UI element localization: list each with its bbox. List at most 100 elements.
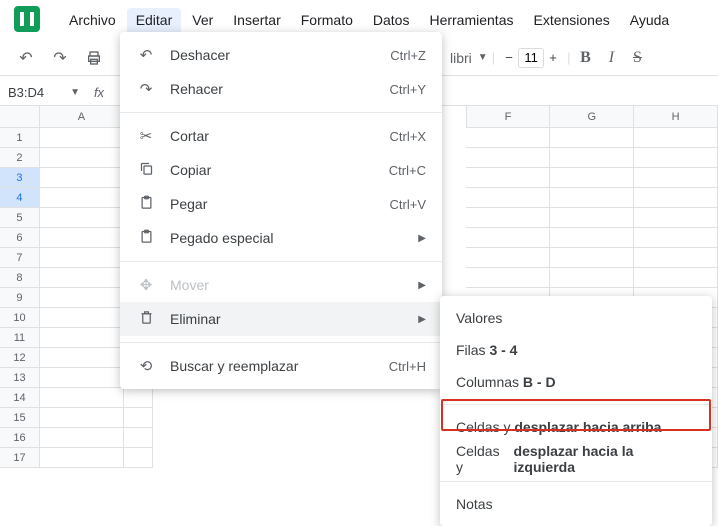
cell[interactable] xyxy=(40,288,124,308)
col-header[interactable]: H xyxy=(634,106,718,128)
menu-paste-special[interactable]: Pegado especial ▶ xyxy=(120,221,442,255)
submenu-columns[interactable]: Columnas B - D xyxy=(440,366,712,398)
menu-redo[interactable]: ↷ Rehacer Ctrl+Y xyxy=(120,72,442,106)
bold-button[interactable]: B xyxy=(574,49,596,67)
cell[interactable] xyxy=(550,148,634,168)
row-header[interactable]: 7 xyxy=(0,248,40,268)
font-size-input[interactable] xyxy=(518,48,544,68)
row-header[interactable]: 17 xyxy=(0,448,40,468)
cell[interactable] xyxy=(40,248,124,268)
menu-undo[interactable]: ↶ Deshacer Ctrl+Z xyxy=(120,38,442,72)
cell[interactable] xyxy=(466,268,550,288)
row-header[interactable]: 1 xyxy=(0,128,40,148)
menu-find-replace[interactable]: ⟲ Buscar y reemplazar Ctrl+H xyxy=(120,349,442,383)
cell[interactable] xyxy=(466,248,550,268)
print-icon[interactable] xyxy=(80,44,108,72)
submenu-notes[interactable]: Notas xyxy=(440,488,712,520)
cell[interactable] xyxy=(40,148,124,168)
row-header[interactable]: 3 xyxy=(0,168,40,188)
cell[interactable] xyxy=(40,368,124,388)
cell[interactable] xyxy=(634,148,718,168)
submenu-rows[interactable]: Filas 3 - 4 xyxy=(440,334,712,366)
row-header[interactable]: 9 xyxy=(0,288,40,308)
row-header[interactable]: 2 xyxy=(0,148,40,168)
menu-copy[interactable]: Copiar Ctrl+C xyxy=(120,153,442,187)
cell[interactable] xyxy=(124,388,153,408)
cell[interactable] xyxy=(40,208,124,228)
menu-delete[interactable]: Eliminar ▶ xyxy=(120,302,442,336)
cell[interactable] xyxy=(634,168,718,188)
row-header[interactable]: 12 xyxy=(0,348,40,368)
sheets-logo[interactable] xyxy=(14,6,40,32)
cell[interactable] xyxy=(550,168,634,188)
cell[interactable] xyxy=(40,128,124,148)
undo-icon[interactable]: ↶ xyxy=(12,44,40,72)
cell[interactable] xyxy=(466,168,550,188)
row-header[interactable]: 11 xyxy=(0,328,40,348)
cell[interactable] xyxy=(40,408,124,428)
cell[interactable] xyxy=(466,128,550,148)
cell[interactable] xyxy=(40,428,124,448)
font-size-control: − + xyxy=(499,47,563,69)
cell[interactable] xyxy=(550,228,634,248)
cell[interactable] xyxy=(466,228,550,248)
col-header[interactable]: F xyxy=(467,106,551,128)
row-header[interactable]: 4 xyxy=(0,188,40,208)
cell[interactable] xyxy=(634,208,718,228)
row-header[interactable]: 8 xyxy=(0,268,40,288)
submenu-shift-left[interactable]: Celdas y desplazar hacia la izquierda xyxy=(440,443,712,475)
font-name-display[interactable]: libri▼ xyxy=(450,50,488,66)
menu-paste[interactable]: Pegar Ctrl+V xyxy=(120,187,442,221)
cell[interactable] xyxy=(40,188,124,208)
cell[interactable] xyxy=(634,248,718,268)
cell[interactable] xyxy=(634,268,718,288)
row-header[interactable]: 14 xyxy=(0,388,40,408)
cell[interactable] xyxy=(124,408,153,428)
separator xyxy=(440,404,712,405)
cell[interactable] xyxy=(124,428,153,448)
menu-archivo[interactable]: Archivo xyxy=(60,8,125,36)
cell[interactable] xyxy=(634,128,718,148)
cell[interactable] xyxy=(466,208,550,228)
row-header[interactable]: 5 xyxy=(0,208,40,228)
move-icon: ✥ xyxy=(136,276,156,294)
cell[interactable] xyxy=(634,188,718,208)
name-box[interactable]: B3:D4 ▼ xyxy=(0,85,88,100)
row-header[interactable]: 13 xyxy=(0,368,40,388)
menu-ayuda[interactable]: Ayuda xyxy=(621,8,678,36)
font-size-increase[interactable]: + xyxy=(544,50,562,65)
italic-button[interactable]: I xyxy=(600,49,622,67)
row-header[interactable]: 16 xyxy=(0,428,40,448)
cell[interactable] xyxy=(550,188,634,208)
cell[interactable] xyxy=(550,248,634,268)
select-all-corner[interactable] xyxy=(0,106,40,128)
cell[interactable] xyxy=(466,188,550,208)
submenu-shift-up[interactable]: Celdas y desplazar hacia arriba xyxy=(440,411,712,443)
menu-cut[interactable]: ✂ Cortar Ctrl+X xyxy=(120,119,442,153)
cell[interactable] xyxy=(124,448,153,468)
cell[interactable] xyxy=(550,268,634,288)
cell[interactable] xyxy=(40,388,124,408)
col-header[interactable]: G xyxy=(550,106,634,128)
col-header[interactable]: A xyxy=(40,106,124,128)
row-header[interactable]: 10 xyxy=(0,308,40,328)
cell[interactable] xyxy=(40,268,124,288)
redo-icon[interactable]: ↷ xyxy=(46,44,74,72)
cell[interactable] xyxy=(40,308,124,328)
row-header[interactable]: 15 xyxy=(0,408,40,428)
cell[interactable] xyxy=(40,448,124,468)
cell[interactable] xyxy=(550,208,634,228)
cell[interactable] xyxy=(466,148,550,168)
separator xyxy=(120,261,442,262)
cell[interactable] xyxy=(40,168,124,188)
submenu-values[interactable]: Valores xyxy=(440,302,712,334)
cell[interactable] xyxy=(40,228,124,248)
cell[interactable] xyxy=(40,348,124,368)
font-size-decrease[interactable]: − xyxy=(500,50,518,65)
menu-extensiones[interactable]: Extensiones xyxy=(524,8,618,36)
strike-button[interactable]: S xyxy=(626,49,648,67)
cell[interactable] xyxy=(40,328,124,348)
cell[interactable] xyxy=(550,128,634,148)
row-header[interactable]: 6 xyxy=(0,228,40,248)
cell[interactable] xyxy=(634,228,718,248)
